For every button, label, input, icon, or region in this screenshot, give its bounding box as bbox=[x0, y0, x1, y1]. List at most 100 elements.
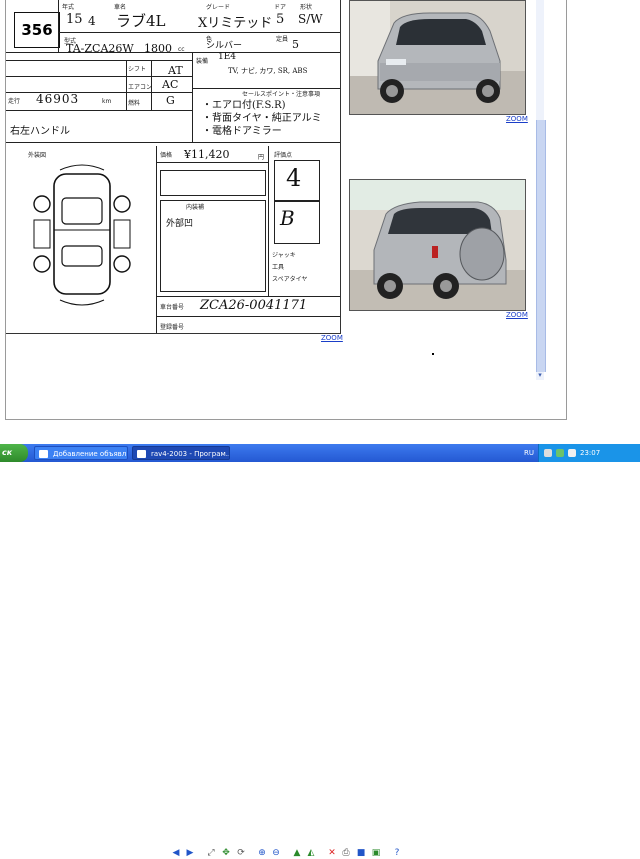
flip-icon[interactable]: ▲ bbox=[291, 847, 303, 859]
viewer-window: 356 年式 15 4 車名 ラブ4L グレード Xリミテッド ドア 5 形状 … bbox=[0, 0, 566, 420]
taskbar-item-label: rav4-2003 - Програм... bbox=[151, 450, 230, 458]
volume-icon[interactable] bbox=[568, 449, 576, 457]
label-interior: 内装補 bbox=[186, 204, 205, 211]
taskbar-item-browser[interactable]: Добавление объявл... bbox=[34, 446, 128, 460]
prev-icon[interactable]: ◀ bbox=[170, 847, 182, 859]
divider bbox=[6, 92, 192, 93]
browser-icon bbox=[39, 450, 48, 458]
network-icon[interactable] bbox=[544, 449, 552, 457]
label-exterior-diagram: 外装図 bbox=[28, 152, 47, 159]
clock: 23:07 bbox=[580, 449, 601, 457]
label-registration: 登録番号 bbox=[160, 324, 185, 331]
model-name: ラブ4L bbox=[116, 12, 166, 30]
mirror-icon[interactable]: ◭ bbox=[305, 847, 317, 859]
label-aircon: エアコン bbox=[128, 84, 153, 91]
steering-value: 右左ハンドル bbox=[10, 126, 70, 137]
help-icon[interactable]: ? bbox=[391, 847, 403, 859]
divider bbox=[58, 32, 340, 33]
print-icon[interactable]: ⎙ bbox=[340, 847, 352, 859]
notes-box bbox=[160, 200, 266, 292]
label-capacity: 定員 bbox=[276, 36, 289, 43]
divider bbox=[6, 142, 340, 143]
options-line: TV, ナビ, カワ, SR, ABS bbox=[228, 67, 308, 75]
interior-grade: B bbox=[280, 206, 295, 230]
divider bbox=[6, 76, 192, 77]
body-type: S/W bbox=[298, 12, 323, 26]
car-rear-image bbox=[350, 180, 525, 310]
doors-value: 5 bbox=[276, 12, 285, 27]
label-grade: グレード bbox=[206, 4, 231, 11]
label-price: 価格 bbox=[160, 152, 173, 159]
label-jack: ジャッキ bbox=[272, 252, 296, 259]
car-photo-front[interactable] bbox=[349, 0, 526, 115]
zoom-in-icon[interactable]: ⊕ bbox=[256, 847, 268, 859]
price-value: ¥11,420 bbox=[184, 148, 230, 161]
zoom-link-rear[interactable]: ZOOM bbox=[506, 311, 528, 319]
label-chassis: 車台番号 bbox=[160, 304, 185, 311]
rotate-icon[interactable]: ⟳ bbox=[235, 847, 247, 859]
color-value: シルバー bbox=[206, 41, 243, 51]
mileage-value: 46903 bbox=[36, 92, 80, 106]
save-icon[interactable]: ■ bbox=[355, 847, 367, 859]
move-icon[interactable]: ✥ bbox=[220, 847, 232, 859]
engine-cc: 1800 bbox=[144, 42, 172, 55]
scroll-down-arrow-icon[interactable]: ▾ bbox=[536, 370, 544, 380]
cc-unit: cc bbox=[178, 46, 185, 53]
divider bbox=[268, 146, 269, 296]
zoom-out-icon[interactable]: ⊖ bbox=[270, 847, 282, 859]
divider bbox=[156, 162, 268, 163]
label-fuel: 燃料 bbox=[128, 100, 141, 107]
desktop-strip bbox=[0, 462, 640, 480]
zoom-link-front[interactable]: ZOOM bbox=[506, 115, 528, 123]
zoom-link-sheet[interactable]: ZOOM bbox=[321, 334, 343, 342]
divider bbox=[156, 296, 340, 297]
divider bbox=[58, 0, 59, 52]
transmission-value: AT bbox=[168, 64, 183, 77]
label-tools: 工具 bbox=[272, 264, 285, 271]
divider bbox=[6, 110, 192, 111]
lot-number: 356 bbox=[21, 21, 53, 39]
frame-right-border bbox=[566, 0, 567, 420]
frame-bottom-border bbox=[5, 419, 566, 420]
next-icon[interactable]: ▶ bbox=[184, 847, 196, 859]
auction-sheet: 356 年式 15 4 車名 ラブ4L グレード Xリミテッド ドア 5 形状 … bbox=[6, 0, 341, 334]
label-score: 評価点 bbox=[274, 152, 293, 159]
taskbar-item-image-viewer[interactable]: rav4-2003 - Програм... bbox=[132, 446, 230, 460]
delete-icon[interactable]: ✕ bbox=[326, 847, 338, 859]
equipment-line-3: ・電格ドアミラー bbox=[202, 126, 282, 137]
model-code: TA-ZCA26W bbox=[66, 42, 134, 55]
stray-dot bbox=[432, 353, 434, 355]
mileage-unit: km bbox=[102, 98, 112, 105]
ac-value: AC bbox=[162, 78, 179, 91]
label-doors: ドア bbox=[274, 4, 287, 11]
security-icon[interactable] bbox=[556, 449, 564, 457]
label-shift: シフト bbox=[128, 66, 147, 73]
price-unit: 円 bbox=[258, 154, 265, 161]
car-damage-diagram bbox=[33, 164, 131, 306]
start-button[interactable]: ск bbox=[0, 444, 28, 462]
label-year: 年式 bbox=[62, 4, 75, 11]
fuel-value: G bbox=[166, 94, 175, 107]
label-shape: 形状 bbox=[300, 4, 313, 11]
divider bbox=[156, 146, 157, 333]
interior-notes: 外部凹 bbox=[166, 219, 194, 229]
month-value: 4 bbox=[88, 14, 96, 28]
color-code: 1E4 bbox=[218, 52, 237, 62]
label-spare: スペアタイヤ bbox=[272, 276, 308, 283]
image-viewer-icon bbox=[137, 450, 146, 458]
label-equipment: 装備 bbox=[196, 58, 209, 65]
lot-box: 356 bbox=[14, 12, 60, 48]
score-value: 4 bbox=[286, 164, 302, 192]
language-indicator[interactable]: RU bbox=[524, 444, 534, 462]
divider bbox=[126, 60, 127, 110]
year-value: 15 bbox=[66, 12, 83, 27]
chassis-number: ZCA26-0041171 bbox=[200, 298, 308, 313]
car-front-image bbox=[350, 1, 525, 114]
fit-icon[interactable]: ⤢ bbox=[205, 847, 217, 859]
divider bbox=[6, 52, 340, 53]
scrollbar-thumb[interactable] bbox=[536, 120, 546, 372]
seats-value: 5 bbox=[292, 38, 299, 51]
taskbar-item-label: Добавление объявл... bbox=[53, 450, 128, 458]
export-icon[interactable]: ▣ bbox=[370, 847, 382, 859]
car-photo-rear[interactable] bbox=[349, 179, 526, 311]
